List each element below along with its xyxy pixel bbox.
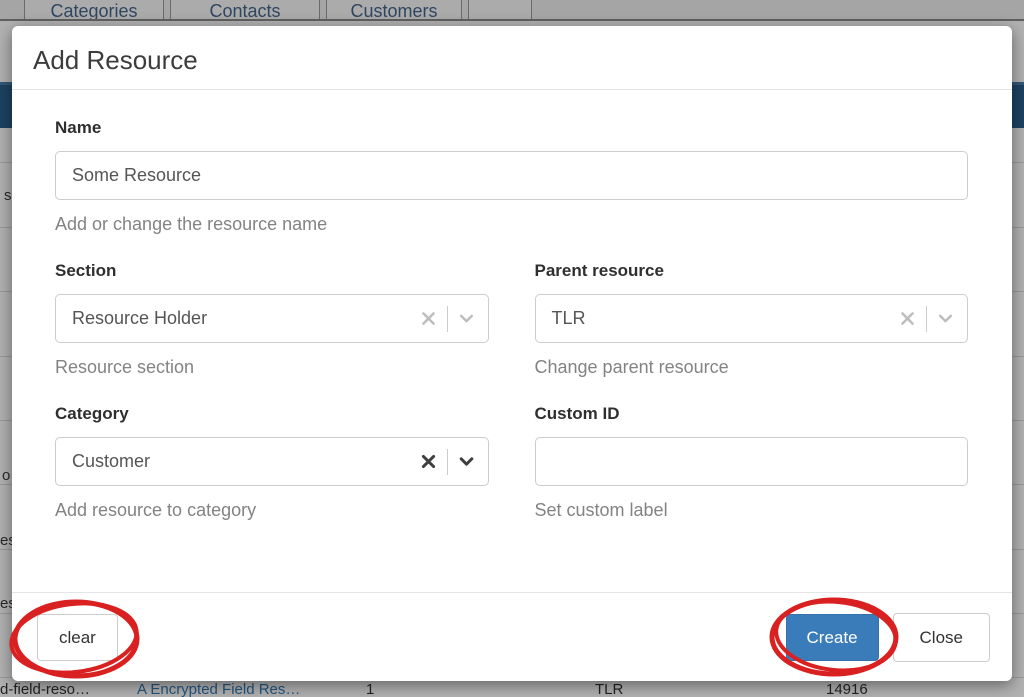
close-button[interactable]: Close [893,613,990,662]
name-label: Name [55,118,968,138]
section-helper: Resource section [55,357,489,378]
clear-selection-icon[interactable] [420,310,437,327]
clear-selection-icon[interactable] [899,310,916,327]
screen: Categories Contacts Customers s o es [0,0,1024,697]
clear-button[interactable]: clear [37,614,118,661]
select-divider [447,449,448,475]
select-divider [447,306,448,332]
category-helper: Add resource to category [55,500,489,521]
category-select-value: Customer [56,451,420,472]
section-select[interactable]: Resource Holder [55,294,489,343]
modal-header: Add Resource [12,26,1012,90]
name-helper: Add or change the resource name [55,214,968,235]
chevron-down-icon[interactable] [458,453,475,470]
custom-id-label: Custom ID [535,404,969,424]
parent-label: Parent resource [535,261,969,281]
modal-title: Add Resource [33,45,991,76]
parent-select[interactable]: TLR [535,294,969,343]
parent-helper: Change parent resource [535,357,969,378]
chevron-down-icon[interactable] [937,310,954,327]
section-select-value: Resource Holder [56,308,420,329]
category-field-group: Category Customer Add [55,404,489,521]
add-resource-modal: Add Resource Name Add or change the reso… [12,26,1012,681]
section-field-group: Section Resource Holder [55,261,489,378]
name-input[interactable] [55,151,968,200]
name-field-group: Name Add or change the resource name [55,118,968,235]
category-label: Category [55,404,489,424]
parent-select-value: TLR [536,308,900,329]
modal-footer: clear Create Close [12,592,1012,681]
chevron-down-icon[interactable] [458,310,475,327]
clear-selection-icon[interactable] [420,453,437,470]
select-divider [926,306,927,332]
modal-body: Name Add or change the resource name Sec… [12,90,1012,521]
section-label: Section [55,261,489,281]
custom-id-helper: Set custom label [535,500,969,521]
category-select[interactable]: Customer [55,437,489,486]
custom-id-input[interactable] [535,437,969,486]
custom-id-field-group: Custom ID Set custom label [535,404,969,521]
parent-field-group: Parent resource TLR C [535,261,969,378]
create-button[interactable]: Create [786,614,879,661]
